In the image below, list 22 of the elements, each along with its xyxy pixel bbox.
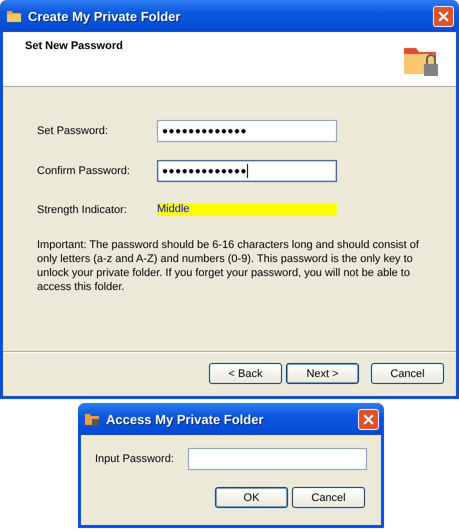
page-heading: Set New Password xyxy=(25,40,123,54)
dialog-button[interactable]: Next > xyxy=(286,363,359,384)
field-label: Input Password: xyxy=(95,453,175,465)
strength-indicator: Middle xyxy=(157,203,337,216)
window-title: Access My Private Folder xyxy=(106,412,265,426)
field-label: Strength Indicator: xyxy=(37,204,128,216)
dialog-button[interactable]: Cancel xyxy=(371,363,444,384)
password-field[interactable]: ●●●●●●●●●●●●● xyxy=(157,120,337,142)
folder-icon xyxy=(6,8,22,24)
dialog-button[interactable]: < Back xyxy=(209,363,282,384)
password-field[interactable] xyxy=(188,448,367,470)
password-field[interactable]: ●●●●●●●●●●●●● xyxy=(157,160,337,182)
dialog-button[interactable]: OK xyxy=(215,487,288,508)
field-label: Confirm Password: xyxy=(37,165,131,177)
close-button[interactable] xyxy=(433,6,454,26)
close-button[interactable] xyxy=(358,408,379,430)
window-title: Create My Private Folder xyxy=(28,8,182,24)
close-icon xyxy=(438,10,449,22)
close-icon xyxy=(363,414,374,424)
instructions-text: Important: The password should be 6-16 characters long and should consist of only letters (a-z and A-Z) and numbers (0-9). This password is the only key to unlock your private folder. If you forget your password, you will not be able to access this folder. xyxy=(37,238,420,294)
dialog-button[interactable]: Cancel xyxy=(292,487,365,508)
field-label: Set Password: xyxy=(37,125,109,137)
